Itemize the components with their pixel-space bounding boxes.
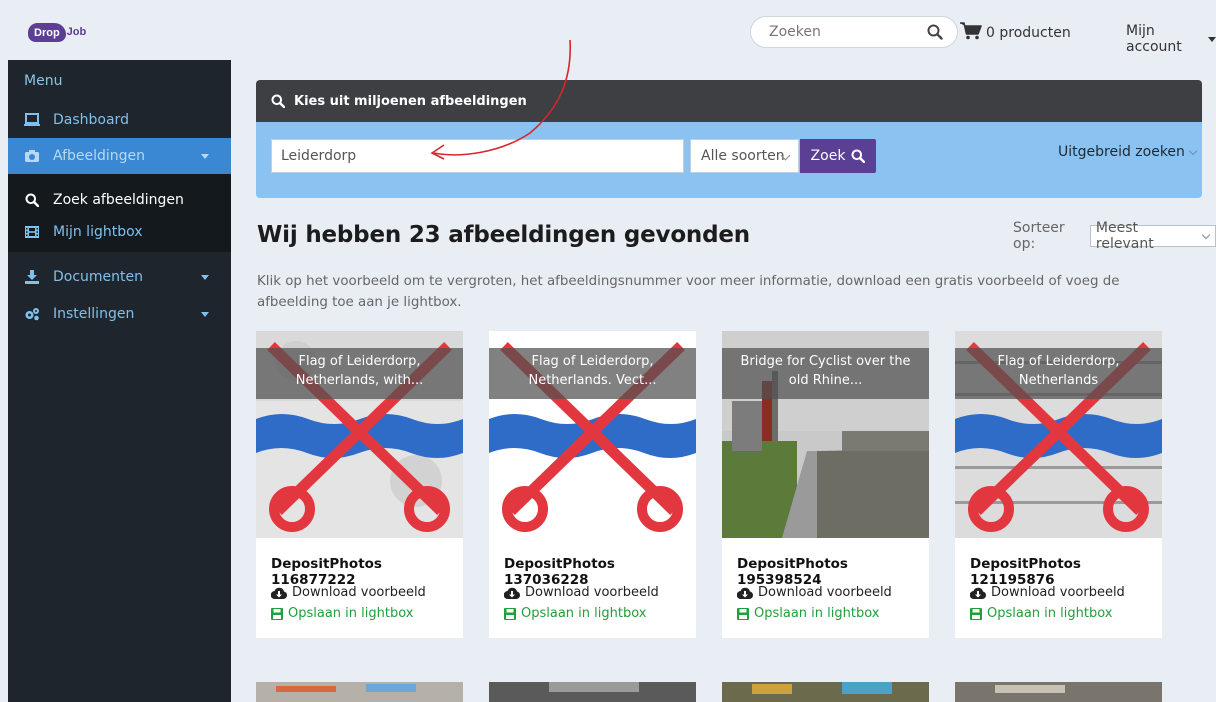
sort-select-value: Meest relevant (1095, 220, 1154, 252)
sidebar: Menu Dashboard Afbeeldingen Zoek afbeeld… (8, 60, 231, 702)
sort-control: Sorteer op: Meest relevant (1013, 220, 1216, 252)
result-number-link[interactable]: DepositPhotos 121195876 (970, 556, 1162, 588)
result-card: Flag of Leiderdorp, Netherlands. Vect...… (489, 331, 696, 638)
result-caption: Flag of Leiderdorp, Netherlands. Vect... (489, 348, 696, 399)
results-intro: Klik op het voorbeeld om te vergroten, h… (257, 274, 1120, 310)
chevron-down-icon (201, 312, 209, 317)
zoek-button-label: Zoek (810, 148, 846, 164)
image-search-input[interactable]: Leiderdorp (271, 139, 684, 173)
save-icon (970, 607, 982, 620)
sidebar-subitem-zoek-afbeeldingen[interactable]: Zoek afbeeldingen (8, 186, 231, 214)
cart-label: 0 producten (986, 25, 1071, 41)
sidebar-subitem-label: Mijn lightbox (53, 224, 143, 240)
zoek-button[interactable]: Zoek (800, 139, 876, 173)
account-label: Mijn account (1126, 23, 1182, 55)
search-panel-body: Leiderdorp Alle soorten Zoek Uitgebreid … (256, 122, 1202, 198)
search-panel: Kies uit miljoenen afbeeldingen Leiderdo… (256, 80, 1202, 198)
cogs-icon (24, 306, 40, 322)
result-card: Flag of Leiderdorp, Netherlands DepositP… (955, 331, 1162, 638)
cart-link[interactable]: 0 producten (960, 22, 1071, 44)
results-title: Wij hebben 23 afbeeldingen gevonden (257, 222, 750, 248)
sidebar-item-label: Dashboard (53, 112, 129, 128)
save-lightbox-link[interactable]: Opslaan in lightbox (970, 606, 1112, 621)
chevron-down-icon (201, 275, 209, 280)
type-select-value: Alle soorten (701, 148, 785, 164)
result-card-partial[interactable] (489, 682, 696, 702)
sidebar-item-instellingen[interactable]: Instellingen (8, 296, 231, 332)
logo-job: Job (66, 26, 87, 38)
download-preview-label: Download voorbeeld (991, 585, 1125, 600)
save-lightbox-link[interactable]: Opslaan in lightbox (737, 606, 879, 621)
search-panel-title: Kies uit miljoenen afbeeldingen (294, 93, 527, 109)
save-lightbox-link[interactable]: Opslaan in lightbox (271, 606, 413, 621)
save-icon (271, 607, 283, 620)
download-preview-link[interactable]: Download voorbeeld (504, 585, 659, 600)
save-lightbox-label: Opslaan in lightbox (754, 606, 880, 621)
sidebar-item-documenten[interactable]: Documenten (8, 259, 231, 295)
download-preview-link[interactable]: Download voorbeeld (271, 585, 426, 600)
cart-icon (960, 22, 982, 44)
save-lightbox-label: Opslaan in lightbox (288, 606, 414, 621)
sort-select[interactable]: Meest relevant (1089, 220, 1216, 252)
download-preview-label: Download voorbeeld (758, 585, 892, 600)
sidebar-item-label: Documenten (53, 269, 144, 285)
cloud-download-icon (504, 587, 520, 599)
chevron-down-icon (201, 154, 209, 159)
dropjob-logo[interactable]: Drop Job (28, 21, 86, 43)
sidebar-item-afbeeldingen[interactable]: Afbeeldingen (8, 138, 231, 174)
download-preview-label: Download voorbeeld (525, 585, 659, 600)
download-preview-label: Download voorbeeld (292, 585, 426, 600)
top-search-input[interactable] (769, 24, 919, 40)
sort-label: Sorteer op: (1013, 220, 1065, 252)
cloud-download-icon (970, 587, 986, 599)
result-card-partial[interactable] (955, 682, 1162, 702)
cloud-download-icon (737, 587, 753, 599)
save-lightbox-link[interactable]: Opslaan in lightbox (504, 606, 646, 621)
sidebar-subitem-mijn-lightbox[interactable]: Mijn lightbox (8, 218, 231, 246)
download-preview-link[interactable]: Download voorbeeld (737, 585, 892, 600)
result-number-link[interactable]: DepositPhotos 116877222 (271, 556, 463, 588)
type-select[interactable]: Alle soorten (690, 139, 799, 173)
sidebar-item-dashboard[interactable]: Dashboard (8, 102, 231, 138)
save-lightbox-label: Opslaan in lightbox (987, 606, 1113, 621)
save-lightbox-label: Opslaan in lightbox (521, 606, 647, 621)
chevron-down-icon (1201, 230, 1211, 240)
sidebar-item-label: Instellingen (53, 306, 135, 322)
chevron-down-icon (1208, 36, 1216, 42)
sidebar-menu-title: Menu (24, 73, 63, 89)
result-card: Bridge for Cyclist over the old Rhine...… (722, 331, 929, 638)
result-number-link[interactable]: DepositPhotos 195398524 (737, 556, 929, 588)
laptop-icon (24, 112, 40, 128)
result-caption: Bridge for Cyclist over the old Rhine... (722, 348, 929, 399)
logo-drop: Drop (28, 22, 66, 42)
cloud-download-icon (271, 587, 287, 599)
sidebar-item-label: Afbeeldingen (53, 148, 146, 164)
search-icon (24, 192, 40, 208)
chevron-down-icon (1188, 146, 1198, 156)
sidebar-subitem-label: Zoek afbeeldingen (53, 192, 184, 208)
result-card-partial[interactable] (256, 682, 463, 702)
advanced-search-link[interactable]: Uitgebreid zoeken (1058, 144, 1198, 160)
download-icon (24, 269, 40, 285)
result-number-link[interactable]: DepositPhotos 137036228 (504, 556, 696, 588)
save-icon (737, 607, 749, 620)
advanced-search-label: Uitgebreid zoeken (1058, 144, 1185, 160)
result-card-partial[interactable] (722, 682, 929, 702)
search-icon (271, 94, 285, 108)
search-icon (851, 149, 866, 163)
camera-icon (24, 148, 40, 164)
result-caption: Flag of Leiderdorp, Netherlands, with... (256, 348, 463, 399)
result-card: Flag of Leiderdorp, Netherlands, with...… (256, 331, 463, 638)
sidebar-submenu: Zoek afbeeldingen Mijn lightbox (8, 174, 231, 252)
top-bar: Drop Job 0 producten Mijn account (8, 6, 1216, 60)
download-preview-link[interactable]: Download voorbeeld (970, 585, 1125, 600)
top-search (750, 16, 958, 48)
account-dropdown[interactable]: Mijn account (1126, 23, 1216, 55)
save-icon (504, 607, 516, 620)
search-panel-header: Kies uit miljoenen afbeeldingen (256, 80, 1202, 122)
film-icon (24, 224, 40, 240)
result-caption: Flag of Leiderdorp, Netherlands (955, 348, 1162, 399)
search-icon[interactable] (927, 24, 943, 44)
